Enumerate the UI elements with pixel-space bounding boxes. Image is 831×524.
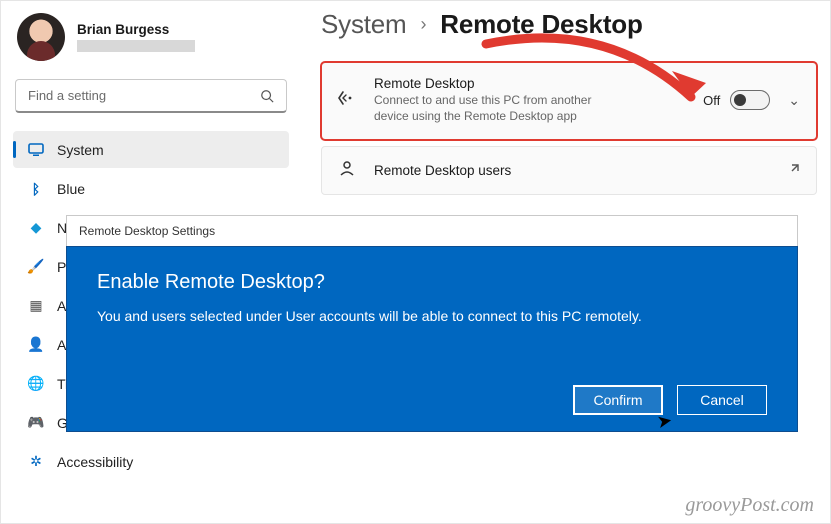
watermark: groovyPost.com xyxy=(685,494,814,517)
search-icon xyxy=(260,89,274,103)
remote-desktop-card[interactable]: Remote Desktop Connect to and use this P… xyxy=(321,62,817,140)
remote-desktop-toggle[interactable] xyxy=(730,90,770,110)
system-icon xyxy=(27,141,45,159)
chevron-down-icon[interactable]: ⌄ xyxy=(786,92,802,109)
chevron-right-icon: › xyxy=(420,14,426,35)
gaming-icon: 🎮 xyxy=(27,414,45,432)
accounts-icon: 👤 xyxy=(27,336,45,354)
bluetooth-icon: ᛒ xyxy=(27,180,45,198)
page-title: Remote Desktop xyxy=(440,9,642,40)
search-placeholder: Find a setting xyxy=(28,88,106,103)
main-content: System › Remote Desktop Remote Desktop C… xyxy=(321,9,817,195)
sidebar-item-label: Blue xyxy=(57,181,85,197)
cancel-button[interactable]: Cancel xyxy=(677,385,767,415)
sidebar-item-bluetooth[interactable]: ᛒ Blue xyxy=(13,170,289,207)
dialog-title: Enable Remote Desktop? xyxy=(97,271,767,294)
accessibility-icon: ✲ xyxy=(27,453,45,471)
sidebar-item-label: Accessibility xyxy=(57,454,133,470)
sidebar-item-system[interactable]: System xyxy=(13,131,289,168)
remote-desktop-icon xyxy=(336,88,358,113)
personalization-icon: 🖌️ xyxy=(27,258,45,276)
breadcrumb: System › Remote Desktop xyxy=(321,9,817,40)
confirm-button[interactable]: Confirm xyxy=(573,385,663,415)
sidebar-item-label: System xyxy=(57,142,104,158)
dialog-titlebar[interactable]: Remote Desktop Settings xyxy=(66,215,798,246)
breadcrumb-parent[interactable]: System xyxy=(321,9,406,40)
network-icon: ◆ xyxy=(27,219,45,237)
user-name: Brian Burgess xyxy=(77,22,195,37)
card-description: Connect to and use this PC from another … xyxy=(374,92,594,124)
card-title: Remote Desktop users xyxy=(374,163,772,178)
user-account-row[interactable]: Brian Burgess xyxy=(13,5,289,75)
external-link-icon xyxy=(788,161,802,180)
dialog-message: You and users selected under User accoun… xyxy=(97,308,767,324)
dialog-titlebar-text: Remote Desktop Settings xyxy=(79,224,215,238)
time-language-icon: 🌐 xyxy=(27,375,45,393)
apps-icon: ▦ xyxy=(27,297,45,315)
remote-desktop-users-card[interactable]: Remote Desktop users xyxy=(321,146,817,195)
enable-remote-desktop-dialog: Enable Remote Desktop? You and users sel… xyxy=(66,246,798,432)
sidebar-item-accessibility[interactable]: ✲ Accessibility xyxy=(13,443,289,480)
user-email-redacted xyxy=(77,40,195,52)
avatar xyxy=(17,13,65,61)
card-title: Remote Desktop xyxy=(374,76,687,91)
search-input[interactable]: Find a setting xyxy=(15,79,287,113)
toggle-state-label: Off xyxy=(703,93,720,108)
users-icon xyxy=(336,159,358,182)
